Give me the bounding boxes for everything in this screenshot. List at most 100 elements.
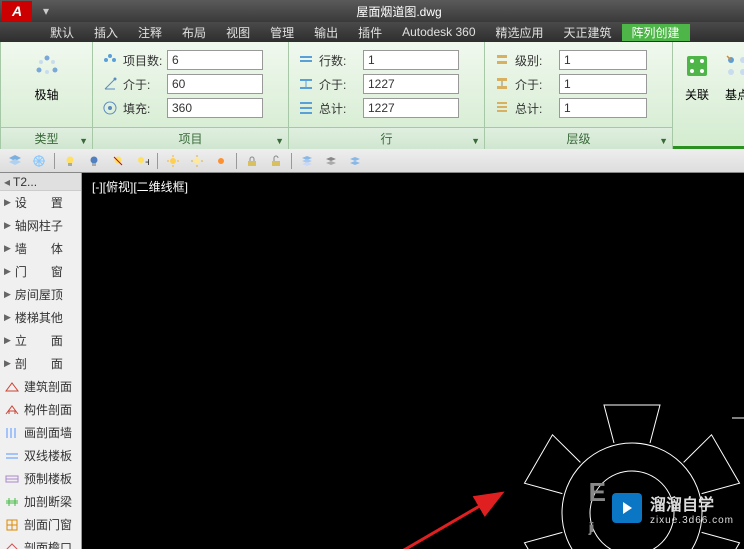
row-count-label: 行数: [319, 52, 359, 69]
sidebar-item-立 面[interactable]: ▶立 面 [0, 329, 81, 352]
drawing-canvas[interactable]: [-][俯视][二维线框] 字 字 [82, 173, 744, 549]
sidebar-item-双线楼板[interactable]: 双线楼板 [0, 444, 81, 467]
chevron-right-icon: ▶ [4, 289, 11, 300]
sidebar-item-墙 体[interactable]: ▶墙 体 [0, 237, 81, 260]
menu-插入[interactable]: 插入 [84, 24, 128, 41]
menu-默认[interactable]: 默认 [40, 24, 84, 41]
sidebar-label: 楼梯其他 [15, 309, 63, 326]
level-between-input[interactable] [559, 74, 647, 94]
palette-tab[interactable]: ◂ T2... [0, 173, 81, 191]
panel-expand-icon[interactable]: ▼ [471, 136, 480, 146]
level-total-input[interactable] [559, 98, 647, 118]
chevron-right-icon: ▶ [4, 243, 11, 254]
menu-bar: 默认插入注释布局视图管理输出插件Autodesk 360精选应用天正建筑阵列创建 [0, 22, 744, 42]
toolbar: + [0, 149, 744, 173]
sidebar-item-设 置[interactable]: ▶ 设 置 [0, 191, 81, 214]
chevron-right-icon: ▶ [4, 312, 11, 323]
tool-icon [4, 540, 20, 549]
layer-manage-icon[interactable] [6, 152, 24, 170]
menu-精选应用[interactable]: 精选应用 [486, 24, 554, 41]
sidebar-item-构件剖面[interactable]: 构件剖面 [0, 398, 81, 421]
fill-angle-input[interactable] [167, 98, 263, 118]
associative-button[interactable]: 关联 [677, 46, 717, 107]
basepoint-label: 基点 [725, 86, 744, 103]
sidebar-item-剖面檐口[interactable]: 剖面檐口 [0, 536, 81, 549]
tool-icon [4, 402, 20, 418]
chevron-right-icon: ▶ [4, 335, 11, 346]
app-icon[interactable]: A [2, 1, 32, 21]
item-count-icon [101, 51, 119, 69]
layer-stack-icon[interactable] [298, 152, 316, 170]
menu-输出[interactable]: 输出 [304, 24, 348, 41]
panel-title-items: 项目 [93, 127, 288, 149]
chevron-right-icon: ▶ [4, 358, 11, 369]
layer-freeze-icon[interactable] [30, 152, 48, 170]
polar-array-button[interactable]: 极轴 [21, 46, 73, 107]
basepoint-button[interactable]: 基点 [719, 46, 744, 107]
sun-all-icon[interactable] [212, 152, 230, 170]
lock-icon[interactable] [243, 152, 261, 170]
tool-icon [4, 494, 20, 510]
window-title: 屋面烟道图.dwg [54, 3, 744, 20]
unlock-icon[interactable] [267, 152, 285, 170]
level-count-icon [493, 51, 511, 69]
sidebar-label: 门 窗 [15, 263, 63, 280]
bulb-off-icon[interactable] [85, 152, 103, 170]
qat-dropdown-icon[interactable]: ▾ [38, 3, 54, 19]
view-label[interactable]: [-][俯视][二维线框] [88, 177, 192, 196]
menu-管理[interactable]: 管理 [260, 24, 304, 41]
angle-between-label: 介于: [123, 76, 163, 93]
sidebar-label: 加剖断梁 [24, 493, 72, 510]
bulb-toggle-icon[interactable] [109, 152, 127, 170]
annotation-arrow [222, 483, 522, 549]
ribbon: 极轴 类型 ▼ 项目数: 介于: 填充: 项目 ▼ [0, 42, 744, 149]
sidebar-label: 轴网柱子 [15, 217, 63, 234]
row-total-input[interactable] [363, 98, 459, 118]
panel-expand-icon[interactable]: ▼ [275, 136, 284, 146]
menu-注释[interactable]: 注释 [128, 24, 172, 41]
tool-icon [4, 448, 20, 464]
panel-expand-icon[interactable]: ▼ [79, 136, 88, 146]
fill-angle-icon [101, 99, 119, 117]
sidebar-item-房间屋顶[interactable]: ▶房间屋顶 [0, 283, 81, 306]
sidebar-label: 设 置 [15, 194, 63, 211]
angle-between-input[interactable] [167, 74, 263, 94]
sidebar-item-轴网柱子[interactable]: ▶轴网柱子 [0, 214, 81, 237]
layer-stack2-icon[interactable] [322, 152, 340, 170]
sidebar-item-预制楼板[interactable]: 预制楼板 [0, 467, 81, 490]
menu-布局[interactable]: 布局 [172, 24, 216, 41]
tool-icon [4, 379, 20, 395]
basepoint-icon [721, 50, 744, 82]
row-between-label: 介于: [319, 76, 359, 93]
sidebar-item-画剖面墙[interactable]: 画剖面墙 [0, 421, 81, 444]
watermark-title: 溜溜自学 [650, 491, 714, 515]
sidebar-item-剖面门窗[interactable]: 剖面门窗 [0, 513, 81, 536]
row-between-input[interactable] [363, 74, 459, 94]
sidebar-item-建筑剖面[interactable]: 建筑剖面 [0, 375, 81, 398]
level-count-input[interactable] [559, 50, 647, 70]
bulb-plus-icon[interactable]: + [133, 152, 151, 170]
menu-阵列创建[interactable]: 阵列创建 [622, 24, 690, 41]
row-count-input[interactable] [363, 50, 459, 70]
sidebar-item-加剖断梁[interactable]: 加剖断梁 [0, 490, 81, 513]
layer-stack3-icon[interactable] [346, 152, 364, 170]
sun-freeze-icon[interactable] [164, 152, 182, 170]
chevron-right-icon: ▶ [4, 197, 11, 208]
sidebar-item-楼梯其他[interactable]: ▶ 楼梯其他 [0, 306, 81, 329]
sidebar-item-门 窗[interactable]: ▶门 窗 [0, 260, 81, 283]
sidebar-label: 建筑剖面 [24, 378, 72, 395]
tab-pin-icon: ◂ [4, 175, 10, 189]
menu-Autodesk 360[interactable]: Autodesk 360 [392, 25, 485, 39]
menu-视图[interactable]: 视图 [216, 24, 260, 41]
panel-expand-icon[interactable]: ▼ [659, 136, 668, 146]
item-count-input[interactable] [167, 50, 263, 70]
sidebar-item-剖 面[interactable]: ▶剖 面 [0, 352, 81, 375]
sidebar-label: 预制楼板 [24, 470, 72, 487]
level-total-icon [493, 99, 511, 117]
menu-插件[interactable]: 插件 [348, 24, 392, 41]
bulb-on-icon[interactable] [61, 152, 79, 170]
menu-天正建筑[interactable]: 天正建筑 [554, 24, 622, 41]
sidebar-label: 双线楼板 [24, 447, 72, 464]
item-count-label: 项目数: [123, 52, 163, 69]
sun-thaw-icon[interactable] [188, 152, 206, 170]
